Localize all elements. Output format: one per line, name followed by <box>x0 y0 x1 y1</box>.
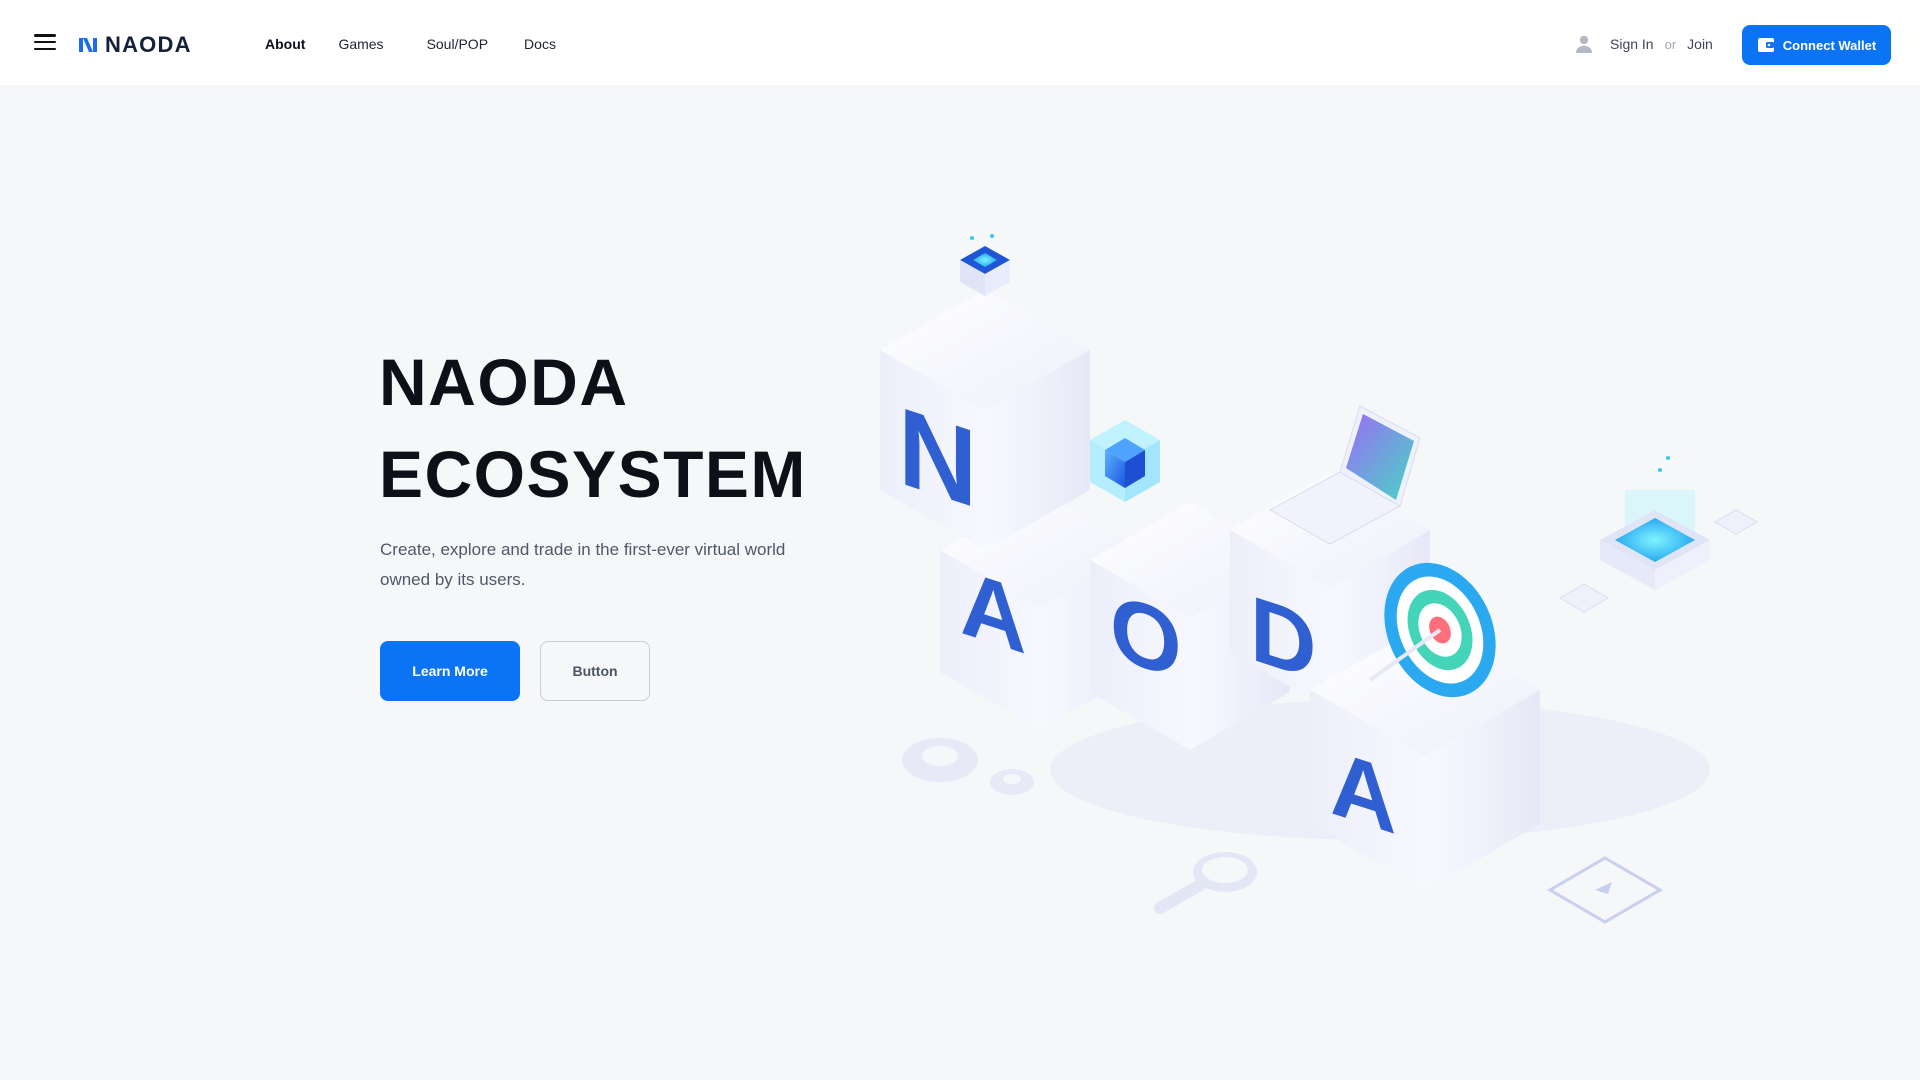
hero-title-line-2: ECOSYSTEM <box>379 437 807 511</box>
user-icon[interactable] <box>1574 34 1594 54</box>
nav-item-soul-pop[interactable]: Soul/POP <box>427 36 488 52</box>
magnifier-icon <box>1154 852 1257 914</box>
hero-title: NAODA ECOSYSTEM <box>379 336 807 520</box>
join-link[interactable]: Join <box>1687 36 1713 52</box>
chip-icon <box>960 234 1010 296</box>
connect-wallet-button[interactable]: Connect Wallet <box>1742 25 1891 65</box>
nav-item-about[interactable]: About <box>265 36 305 52</box>
learn-more-button[interactable]: Learn More <box>380 641 520 701</box>
main-nav: About Games Soul/POP Docs <box>265 36 556 52</box>
auth-links: Sign In or Join <box>1574 34 1713 54</box>
letter-a1: A <box>960 551 1026 675</box>
blue-cube-icon <box>1090 420 1160 502</box>
secondary-button[interactable]: Button <box>540 641 650 701</box>
letter-n: N <box>898 383 977 532</box>
naoda-logo-icon <box>79 38 97 52</box>
gears-icon <box>902 738 1034 795</box>
letter-d: D <box>1250 577 1316 701</box>
hero-title-line-1: NAODA <box>379 345 629 419</box>
hamburger-menu-icon[interactable] <box>34 34 56 52</box>
flat-tile-icon <box>1547 856 1663 924</box>
isometric-illustration: N A O D A <box>880 234 1759 924</box>
logo[interactable]: NAODA <box>79 32 192 58</box>
wallet-icon <box>1757 38 1774 52</box>
nav-item-docs[interactable]: Docs <box>524 36 556 52</box>
letter-a2: A <box>1330 731 1396 855</box>
glowing-chip-icon <box>1600 456 1710 590</box>
nav-item-games[interactable]: Games <box>338 36 383 52</box>
or-separator: or <box>1664 36 1677 52</box>
logo-text: NAODA <box>105 32 192 57</box>
hero-description: Create, explore and trade in the first-e… <box>380 540 786 589</box>
connect-wallet-label: Connect Wallet <box>1782 37 1877 53</box>
sign-in-link[interactable]: Sign In <box>1610 36 1654 52</box>
top-navigation-bar: NAODA About Games Soul/POP Docs Sign In … <box>0 0 1920 85</box>
